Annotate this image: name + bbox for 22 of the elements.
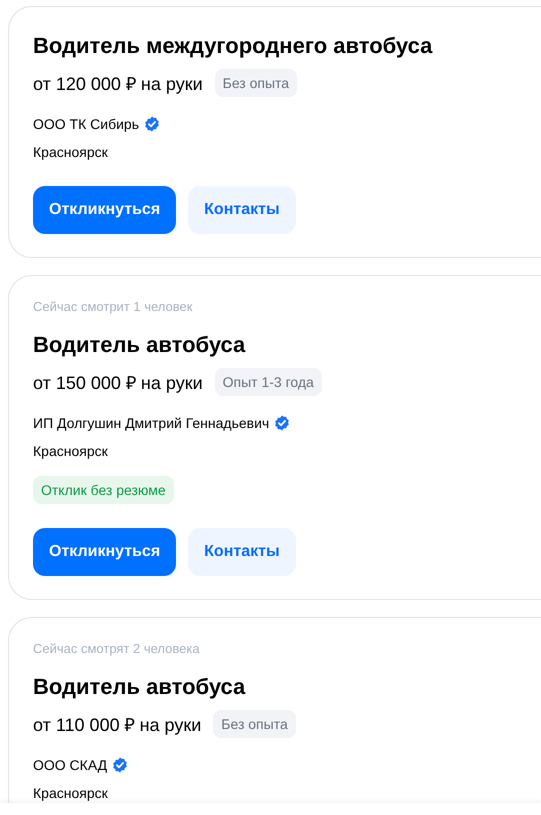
respond-button[interactable]: Откликнуться [33, 528, 176, 576]
no-resume-badge: Отклик без резюме [33, 476, 174, 504]
city: Красноярск [33, 442, 108, 461]
company-name[interactable]: ИП Долгушин Дмитрий Геннадьевич [33, 415, 270, 431]
viewers-count: Сейчас смотрят 2 человека [33, 641, 200, 657]
salary: от 110 000 ₽ на руки [33, 714, 202, 736]
company-name[interactable]: ООО ТК Сибирь [33, 116, 140, 132]
vacancy-title[interactable]: Водитель автобуса [33, 671, 246, 703]
salary: от 150 000 ₽ на руки [33, 372, 203, 394]
experience-badge: Без опыта [214, 69, 298, 97]
contacts-button[interactable]: Контакты [188, 528, 296, 576]
city: Красноярск [33, 784, 108, 803]
city: Красноярск [33, 143, 108, 162]
contacts-button[interactable]: Контакты [188, 186, 296, 234]
salary: от 120 000 ₽ на руки [33, 73, 203, 95]
experience-badge: Без опыта [213, 710, 296, 738]
viewers-count: Сейчас смотрит 1 человек [33, 299, 192, 315]
experience-badge: Опыт 1-3 года [214, 368, 322, 396]
vacancy-title[interactable]: Водитель междугороднего автобуса [33, 30, 432, 62]
vacancy-title[interactable]: Водитель автобуса [33, 329, 246, 361]
respond-button[interactable]: Откликнуться [33, 186, 176, 234]
company-name[interactable]: ООО СКАД [33, 757, 108, 773]
